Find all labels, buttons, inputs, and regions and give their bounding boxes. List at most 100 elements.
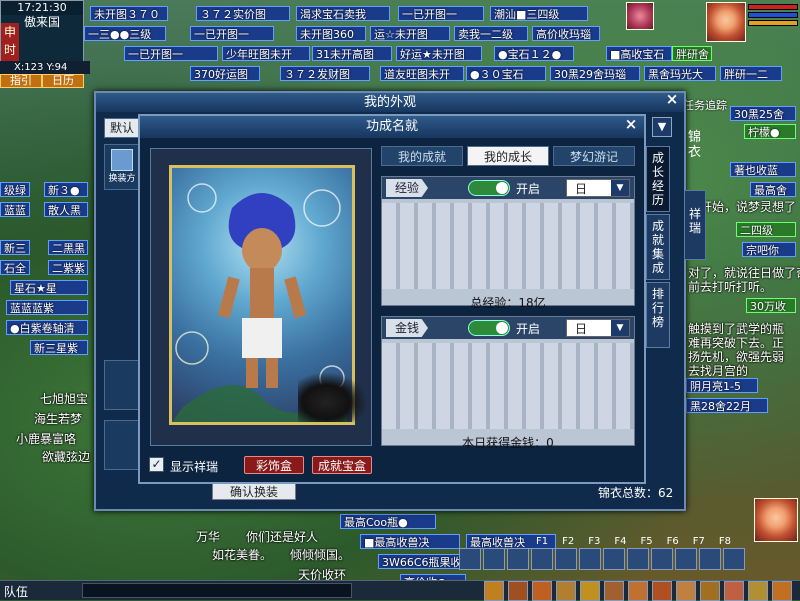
appearance-close-button[interactable]: ×: [664, 92, 680, 108]
menu-icon[interactable]: [700, 581, 720, 601]
hotkey-slot[interactable]: [507, 548, 529, 570]
hotkey-slot[interactable]: [531, 548, 553, 570]
stall-sign[interactable]: 散人黑: [44, 202, 88, 217]
stall-sign[interactable]: 黑28舍22月: [686, 398, 768, 413]
outfit-slot-2[interactable]: [104, 360, 140, 410]
outfit-slot[interactable]: 换装方: [104, 144, 140, 190]
stall-sign[interactable]: 星石★星: [10, 280, 88, 295]
menu-icon[interactable]: [676, 581, 696, 601]
hotkey-slot[interactable]: [651, 548, 673, 570]
stall-sign[interactable]: ●宝石１２●: [494, 46, 574, 61]
achievement-close-button[interactable]: ×: [623, 117, 639, 133]
money-toggle[interactable]: [467, 320, 510, 336]
stall-sign[interactable]: 著也收蓝: [730, 162, 796, 177]
stall-sign[interactable]: 31未开高图: [312, 46, 392, 61]
vtab-growth-history[interactable]: 成长经历: [646, 146, 670, 212]
default-tab[interactable]: 默认: [104, 118, 140, 138]
stall-sign[interactable]: 蓝蓝蓝紫: [6, 300, 88, 315]
menu-icon[interactable]: [556, 581, 576, 601]
hotkey-slot[interactable]: [579, 548, 601, 570]
menu-icon[interactable]: [724, 581, 744, 601]
stall-sign[interactable]: 二紫紫: [48, 260, 88, 275]
stall-sign[interactable]: 3W66C6瓶果收: [378, 554, 466, 569]
stall-sign[interactable]: 潮汕■三四级: [490, 6, 588, 21]
hotkey-slot[interactable]: [603, 548, 625, 570]
tab-dream-journey[interactable]: 梦幻游记: [553, 146, 635, 166]
stall-sign[interactable]: ■最高收兽决: [360, 534, 460, 549]
decor-box-button[interactable]: 彩饰盒: [244, 456, 304, 474]
experience-period-select[interactable]: 日 ▼: [566, 179, 630, 197]
stall-sign[interactable]: 未开图３７０: [90, 6, 168, 21]
stall-sign[interactable]: 运☆未开图: [370, 26, 450, 41]
hotkey-slot[interactable]: [627, 548, 649, 570]
player-avatar[interactable]: [706, 2, 746, 42]
stall-sign[interactable]: 胖研舍: [672, 46, 712, 61]
stall-sign[interactable]: 少年旺图未开: [222, 46, 310, 61]
experience-toggle[interactable]: [467, 180, 510, 196]
hotkey-slot[interactable]: [483, 548, 505, 570]
stall-sign[interactable]: 一三●●三级: [84, 26, 166, 41]
menu-icon[interactable]: [628, 581, 648, 601]
stall-sign[interactable]: ■高收宝石: [606, 46, 672, 61]
tab-my-achievements[interactable]: 我的成就: [381, 146, 463, 166]
stall-sign[interactable]: 道友旺图未开: [380, 66, 464, 81]
hotkey-slot[interactable]: [555, 548, 577, 570]
stall-sign[interactable]: 一已开图一: [398, 6, 484, 21]
stall-sign[interactable]: 二四级: [736, 222, 796, 237]
stall-sign[interactable]: 蓝蓝: [0, 202, 30, 217]
stall-sign[interactable]: 黑舍玛光大: [644, 66, 716, 81]
stall-sign[interactable]: 胖研一二: [720, 66, 782, 81]
hotkey-slot[interactable]: [459, 548, 481, 570]
stall-sign[interactable]: 最高舍: [750, 182, 796, 197]
stall-sign[interactable]: 新三星紫: [30, 340, 88, 355]
stall-sign[interactable]: 宗吧你: [742, 242, 796, 257]
stall-sign[interactable]: 新三: [0, 240, 30, 255]
hotkey-slot[interactable]: [699, 548, 721, 570]
stall-sign[interactable]: 新３●: [44, 182, 88, 197]
menu-icon[interactable]: [748, 581, 768, 601]
stall-sign[interactable]: ３７２发财图: [280, 66, 370, 81]
calendar-button[interactable]: 日历: [42, 74, 84, 88]
stall-sign[interactable]: ●３０宝石: [466, 66, 546, 81]
stall-sign[interactable]: 渴求宝石卖我: [296, 6, 390, 21]
pet-avatar[interactable]: [626, 2, 654, 30]
money-period-select[interactable]: 日 ▼: [566, 319, 630, 337]
filter-icon[interactable]: ▼: [652, 117, 672, 137]
hotkey-slot[interactable]: [723, 548, 745, 570]
vtab-achievement-collection[interactable]: 成就集成: [646, 214, 670, 280]
stall-sign[interactable]: 级绿: [0, 182, 30, 197]
npc-avatar[interactable]: [754, 498, 798, 542]
stall-sign[interactable]: 石全: [0, 260, 30, 275]
stall-sign[interactable]: 30黑29舍玛瑙: [550, 66, 640, 81]
stall-sign[interactable]: 阴月亮1-5: [686, 378, 758, 393]
stall-sign[interactable]: ●白紫卷轴清: [6, 320, 88, 335]
menu-icon[interactable]: [484, 581, 504, 601]
menu-icon[interactable]: [772, 581, 792, 601]
stall-sign[interactable]: 30万收: [746, 298, 796, 313]
stall-sign[interactable]: 370好运图: [190, 66, 260, 81]
stall-sign[interactable]: 好运★未开图: [396, 46, 482, 61]
stall-sign[interactable]: 二黑黑: [48, 240, 88, 255]
chat-input[interactable]: [82, 583, 352, 598]
stall-sign[interactable]: ３７２实价图: [196, 6, 290, 21]
guide-button[interactable]: 指引: [0, 74, 42, 88]
xiangrui-side-tab[interactable]: 祥瑞: [684, 190, 706, 260]
stall-sign[interactable]: 30黑25舍: [730, 106, 796, 121]
stall-sign[interactable]: 柠檬●: [744, 124, 796, 139]
menu-icon[interactable]: [580, 581, 600, 601]
menu-icon[interactable]: [604, 581, 624, 601]
confirm-outfit-button[interactable]: 确认换装: [212, 483, 296, 500]
tab-my-growth[interactable]: 我的成长: [467, 146, 549, 166]
stall-sign[interactable]: 高价收玛瑙: [532, 26, 600, 41]
treasure-box-button[interactable]: 成就宝盒: [312, 456, 372, 474]
team-button[interactable]: 队伍: [4, 583, 28, 600]
stall-sign[interactable]: 一已开图一: [190, 26, 274, 41]
stall-sign[interactable]: 最高Coo瓶●: [340, 514, 436, 529]
stall-sign[interactable]: 卖我一二级: [454, 26, 528, 41]
show-xiangrui-checkbox[interactable]: ✓: [149, 457, 164, 472]
menu-icon[interactable]: [532, 581, 552, 601]
stall-sign[interactable]: 一已开图一: [124, 46, 218, 61]
menu-icon[interactable]: [652, 581, 672, 601]
vtab-leaderboard[interactable]: 排行榜: [646, 282, 670, 348]
menu-icon[interactable]: [508, 581, 528, 601]
